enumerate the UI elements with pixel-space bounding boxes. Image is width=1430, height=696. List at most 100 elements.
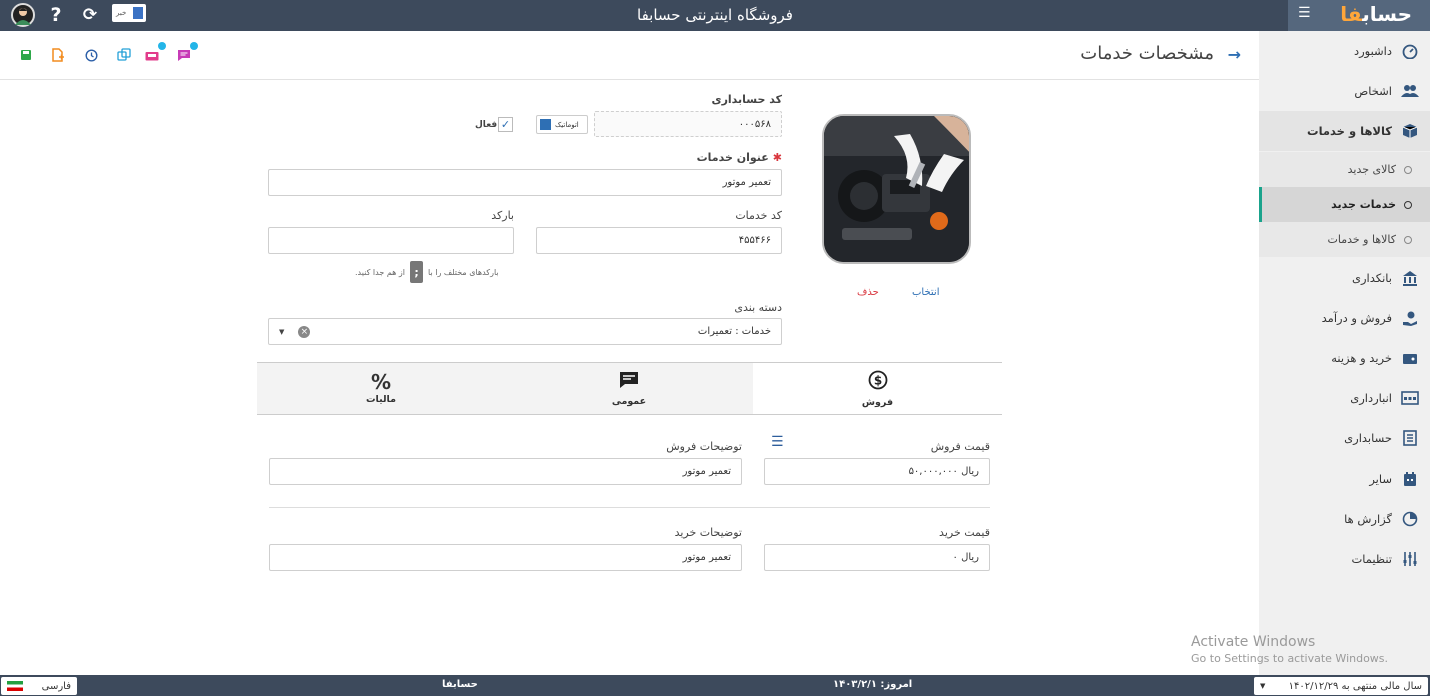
news-toggle-indicator: [133, 7, 143, 19]
footer-today: امروز: ۱۴۰۳/۲/۱: [833, 679, 913, 690]
back-arrow-icon[interactable]: →: [1228, 45, 1241, 64]
sales-price-label: قیمت فروش: [930, 440, 990, 453]
page-title: مشخصات خدمات: [1080, 43, 1214, 64]
accounting-code-value: ۰۰۰۵۶۸: [738, 118, 771, 130]
tab-label: عمومی: [611, 395, 647, 407]
bullet-icon: [1404, 235, 1412, 244]
watermark-line1: Activate Windows: [1191, 634, 1316, 650]
sales-price-input[interactable]: ریال ۵۰,۰۰۰,۰۰۰: [764, 458, 990, 485]
sidebar-subitem-goods-services[interactable]: کالاها و خدمات: [1259, 222, 1430, 257]
sidebar-item-warehouse[interactable]: انبارداری: [1259, 378, 1430, 418]
barcode-hint-pre: بارکدهای مختلف را با: [428, 267, 499, 277]
page-header: مشخصات خدمات →: [0, 31, 1259, 80]
sidebar-subitem-label: کالای جدید: [1347, 163, 1396, 176]
purchase-description-input[interactable]: تعمیر موتور: [269, 544, 742, 571]
duplicate-icon[interactable]: [116, 47, 132, 63]
auto-label: اتوماتیک: [555, 120, 579, 129]
tab-label: فروش: [861, 396, 894, 408]
service-title-value: تعمیر موتور: [722, 177, 771, 188]
section-divider: [269, 507, 990, 508]
message-icon[interactable]: [176, 42, 198, 63]
ledger-icon: [1400, 428, 1420, 448]
help-icon[interactable]: ?: [48, 3, 64, 27]
tab-tax[interactable]: % مالیات: [257, 363, 505, 414]
auto-toggle[interactable]: اتوماتیک: [536, 115, 588, 134]
new-document-icon[interactable]: [50, 47, 66, 63]
sidebar-item-other[interactable]: سایر: [1259, 459, 1430, 499]
bank-icon: [1400, 268, 1420, 288]
tab-sales[interactable]: $ فروش: [753, 363, 1002, 414]
sidebar-item-label: گزارش ها: [1344, 512, 1392, 526]
news-toggle[interactable]: خبر: [112, 4, 146, 22]
history-icon[interactable]: [83, 47, 99, 63]
fiscal-year-select[interactable]: سال مالی منتهی به ۱۴۰۲/۱۲/۲۹ ▼: [1254, 677, 1428, 695]
user-avatar[interactable]: [11, 3, 35, 27]
service-image: [822, 114, 971, 264]
barcode-hint: بارکدهای مختلف را با ; از هم جدا کنید.: [355, 261, 499, 283]
purchase-price-label: قیمت خرید: [939, 526, 990, 539]
chevron-down-icon[interactable]: ▼: [279, 328, 284, 336]
chat-icon: [619, 371, 639, 394]
sales-price-value: ریال ۵۰,۰۰۰,۰۰۰: [908, 466, 979, 477]
service-title-label: ✱عنوان خدمات: [697, 151, 782, 164]
tabs-bar: $ فروش عمومی % مالیات: [257, 362, 1002, 415]
purchase-price-input[interactable]: ریال ۰: [764, 544, 990, 571]
refresh-icon[interactable]: ⟳: [82, 3, 98, 27]
accounting-code-field[interactable]: ۰۰۰۵۶۸: [594, 111, 782, 137]
svg-text:$: $: [873, 373, 881, 387]
sidebar-item-settings[interactable]: تنظیمات: [1259, 539, 1430, 579]
service-title-label-text: عنوان خدمات: [696, 151, 769, 164]
windows-watermark: Activate Windows Go to Settings to activ…: [1191, 634, 1388, 665]
hand-money-icon: [1400, 308, 1420, 328]
category-select[interactable]: خدمات : تعمیرات ▼ ×: [268, 318, 782, 345]
sidebar-item-label: داشبورد: [1353, 44, 1392, 58]
inbox-badge: [158, 42, 166, 50]
menu-icon[interactable]: ☰: [1298, 6, 1312, 20]
tab-general[interactable]: عمومی: [505, 363, 753, 414]
chevron-down-icon: ▼: [1260, 682, 1266, 690]
sidebar-item-banking[interactable]: بانکداری: [1259, 258, 1430, 298]
warehouse-icon: [1400, 388, 1420, 408]
brand-logo: حسابفا: [1340, 2, 1412, 26]
sidebar-subitem-new-service[interactable]: خدمات جدید: [1259, 187, 1430, 222]
brand-accent: فا: [1340, 2, 1363, 26]
sales-description-input[interactable]: تعمیر موتور: [269, 458, 742, 485]
inbox-icon[interactable]: [144, 42, 166, 63]
sidebar-item-label: بانکداری: [1351, 271, 1392, 285]
grid-icon: [1400, 469, 1420, 489]
sidebar-subitem-new-goods[interactable]: کالای جدید: [1259, 152, 1430, 187]
clear-icon[interactable]: ×: [298, 325, 311, 338]
auto-toggle-indicator: [540, 119, 551, 130]
service-code-value: ۴۵۵۴۶۶: [738, 235, 771, 246]
active-checkbox[interactable]: ✓: [498, 117, 513, 132]
wallet-icon: [1400, 348, 1420, 368]
save-icon[interactable]: [18, 47, 34, 63]
sidebar-item-accounting[interactable]: حسابداری: [1259, 418, 1430, 458]
menu-lines-icon[interactable]: ☰: [771, 435, 785, 449]
sidebar-item-sales[interactable]: فروش و درآمد: [1259, 298, 1430, 338]
delete-image-link[interactable]: حذف: [857, 287, 879, 298]
purchase-description-value: تعمیر موتور: [682, 552, 731, 563]
sidebar-item-label: اشخاص: [1354, 84, 1392, 98]
service-title-input[interactable]: تعمیر موتور: [268, 169, 782, 196]
sidebar-item-purchase[interactable]: خرید و هزینه: [1259, 338, 1430, 378]
sliders-icon: [1400, 549, 1420, 569]
people-icon: [1400, 81, 1420, 101]
sidebar-item-label: فروش و درآمد: [1321, 311, 1392, 325]
box-icon: [1400, 121, 1420, 141]
sales-description-value: تعمیر موتور: [682, 466, 731, 477]
select-image-link[interactable]: انتخاب: [912, 287, 940, 298]
active-label: فعال: [475, 120, 498, 130]
fiscal-year-value: سال مالی منتهی به ۱۴۰۲/۱۲/۲۹: [1288, 680, 1422, 692]
service-code-label: کد خدمات: [735, 209, 782, 222]
sidebar-item-people[interactable]: اشخاص: [1259, 71, 1430, 111]
sidebar-item-reports[interactable]: گزارش ها: [1259, 499, 1430, 539]
sidebar-item-label: حسابداری: [1344, 431, 1392, 445]
purchase-description-label: توضیحات خرید: [674, 526, 742, 539]
sidebar-item-dashboard[interactable]: داشبورد: [1259, 31, 1430, 71]
barcode-input[interactable]: [268, 227, 514, 254]
barcode-label: بارکد: [491, 209, 514, 222]
sidebar-item-goods-services[interactable]: کالاها و خدمات: [1259, 111, 1430, 151]
language-select[interactable]: فارسی: [1, 677, 77, 695]
service-code-input[interactable]: ۴۵۵۴۶۶: [536, 227, 782, 254]
